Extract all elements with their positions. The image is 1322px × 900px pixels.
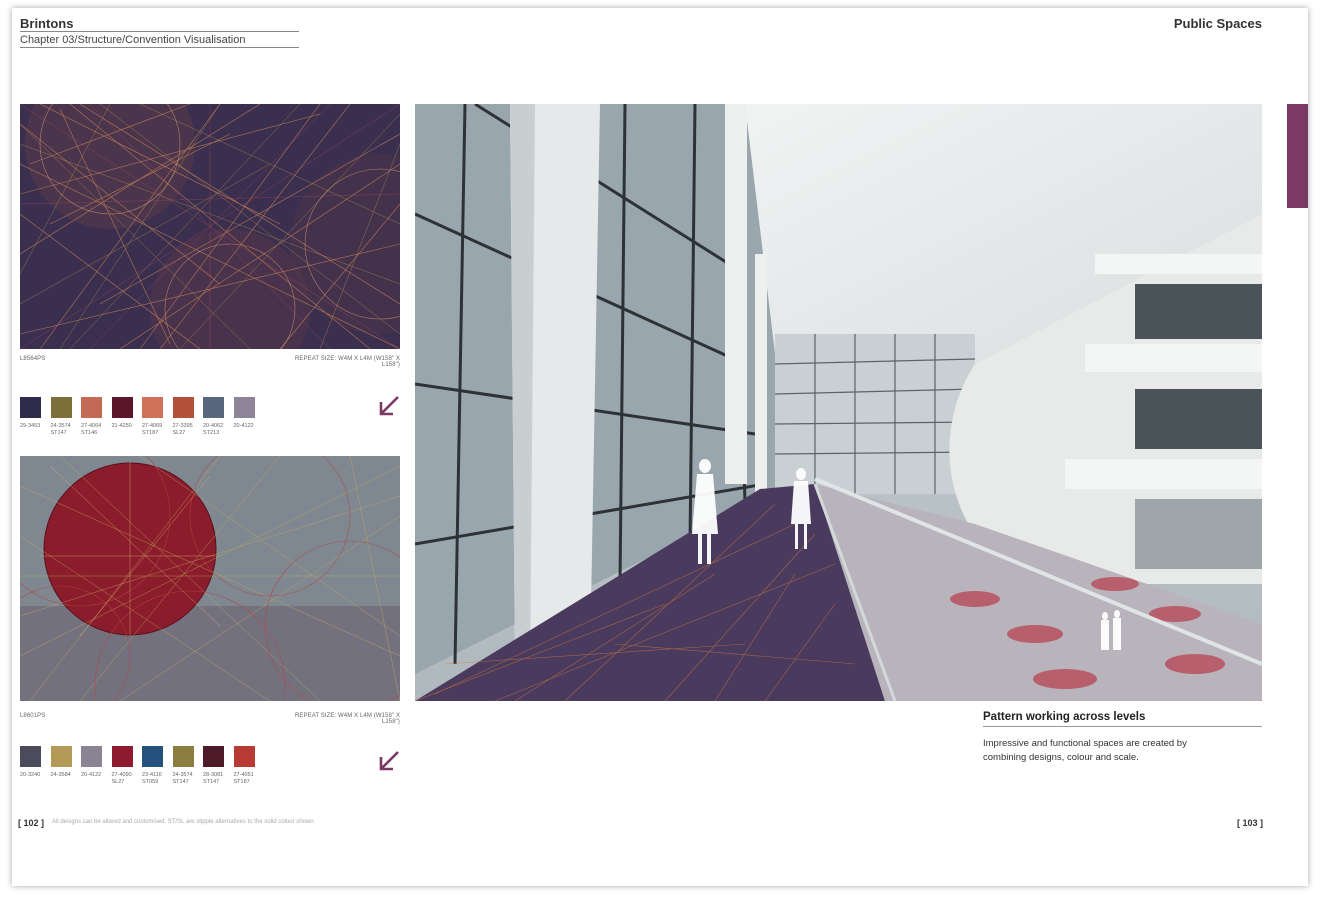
interior-visualisation-image[interactable]: [415, 104, 1262, 701]
chapter-tab[interactable]: [1287, 104, 1308, 208]
colour-code-label: 27-4069 ST187: [142, 423, 163, 436]
caption-body: Impressive and functional spaces are cre…: [983, 738, 1187, 763]
colour-swatch[interactable]: [20, 746, 41, 767]
pattern-l8601ps-graphic: [20, 456, 400, 701]
colour-swatch[interactable]: [172, 746, 194, 767]
colour-swatch[interactable]: [81, 746, 102, 767]
colour-code-label: 24-3574 ST147: [172, 772, 193, 785]
page-number-left: [ 102 ]: [18, 818, 45, 828]
colour-code-label: 20-4122: [233, 423, 254, 429]
colour-swatch[interactable]: [203, 746, 224, 767]
colour-swatch[interactable]: [111, 746, 133, 767]
section-title: Public Spaces: [1173, 16, 1262, 31]
brand-title: Brintons: [20, 16, 74, 31]
pattern-image-l8564ps[interactable]: [20, 104, 400, 349]
colour-swatch[interactable]: [20, 397, 41, 418]
colour-code-label: 28-3081 ST147: [203, 772, 224, 785]
breadcrumb: Chapter 03/Structure/Convention Visualis…: [20, 34, 246, 46]
colour-code-label: 23-4116 ST059: [142, 772, 162, 785]
colour-swatch[interactable]: [233, 746, 255, 767]
colour-swatch[interactable]: [203, 397, 224, 418]
design-code: L8564PS: [20, 356, 46, 362]
header-rule-bottom: [20, 47, 299, 48]
colour-code-label: 27-4051 ST187: [233, 772, 254, 785]
colour-swatch[interactable]: [50, 397, 72, 418]
colour-swatch[interactable]: [50, 746, 72, 767]
repeat-size: REPEAT SIZE: W4M X L4M (W158" X L158"): [294, 713, 400, 725]
colour-code-label: 27-4090 SL27: [111, 772, 132, 785]
repeat-size: REPEAT SIZE: W4M X L4M (W158" X L158"): [294, 356, 400, 368]
design-code: L8601PS: [20, 713, 46, 719]
colour-swatch[interactable]: [81, 397, 102, 418]
caption-rule: [983, 726, 1262, 727]
colour-swatch[interactable]: [172, 397, 194, 418]
colour-code-label: 24-3574 ST147: [50, 423, 71, 436]
arrow-down-left-icon[interactable]: [376, 393, 402, 419]
colour-swatch[interactable]: [142, 397, 163, 418]
footnote: All designs can be altered and customise…: [52, 819, 314, 825]
catalogue-spread: Brintons Chapter 03/Structure/Convention…: [12, 8, 1308, 886]
arrow-down-left-icon[interactable]: [376, 748, 402, 774]
page-number-right: [ 103 ]: [1237, 818, 1264, 828]
colour-code-label: 24-3584: [50, 772, 71, 778]
colour-swatch[interactable]: [111, 397, 133, 418]
pattern-l8564ps-graphic: [20, 104, 400, 349]
colour-code-label: 29-3453: [20, 423, 41, 429]
colour-code-label: 21-4250: [111, 423, 132, 429]
convention-hall-render: [415, 104, 1262, 701]
colour-swatch[interactable]: [142, 746, 163, 767]
caption-title: Pattern working across levels: [983, 711, 1146, 723]
pattern-image-l8601ps[interactable]: [20, 456, 400, 701]
colour-code-label: 20-4122: [81, 772, 102, 778]
colour-code-label: 27-3395 SL27: [172, 423, 193, 436]
colour-code-label: 27-4064 ST146: [81, 423, 102, 436]
colour-code-label: 20-3240: [20, 772, 41, 778]
colour-code-label: 20-4062 ST213: [203, 423, 224, 436]
colour-swatch[interactable]: [233, 397, 255, 418]
header-rule-top: [20, 31, 299, 32]
